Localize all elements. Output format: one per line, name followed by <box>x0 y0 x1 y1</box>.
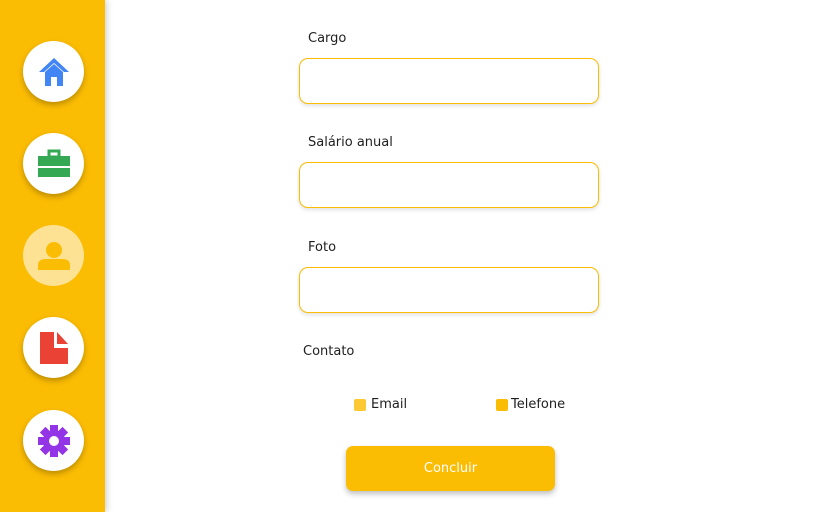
briefcase-icon <box>37 149 70 177</box>
telefone-checkbox-box[interactable] <box>496 398 508 411</box>
telefone-checkbox[interactable]: Telefone <box>496 397 565 412</box>
salario-label: Salário anual <box>308 135 393 150</box>
gear-icon <box>37 424 70 457</box>
foto-input[interactable] <box>299 267 599 313</box>
salario-input[interactable] <box>299 162 599 208</box>
telefone-checkbox-label: Telefone <box>511 397 566 412</box>
email-checkbox-box[interactable] <box>354 398 366 411</box>
email-checkbox-label: Email <box>371 397 408 412</box>
contato-label: Contato <box>303 344 355 359</box>
sidebar <box>0 0 105 512</box>
cargo-label: Cargo <box>308 31 347 46</box>
sidebar-item-profile[interactable] <box>23 225 84 286</box>
sidebar-item-settings[interactable] <box>23 410 84 471</box>
sidebar-item-jobs[interactable] <box>23 133 84 194</box>
foto-label: Foto <box>308 240 337 255</box>
cargo-input[interactable] <box>299 58 599 104</box>
document-icon <box>39 331 68 364</box>
home-icon <box>38 57 69 86</box>
email-checkbox[interactable]: Email <box>354 397 407 412</box>
sidebar-item-documents[interactable] <box>23 317 84 378</box>
sidebar-item-home[interactable] <box>23 41 84 102</box>
concluir-button[interactable]: Concluir <box>346 446 555 491</box>
user-icon <box>37 241 70 270</box>
